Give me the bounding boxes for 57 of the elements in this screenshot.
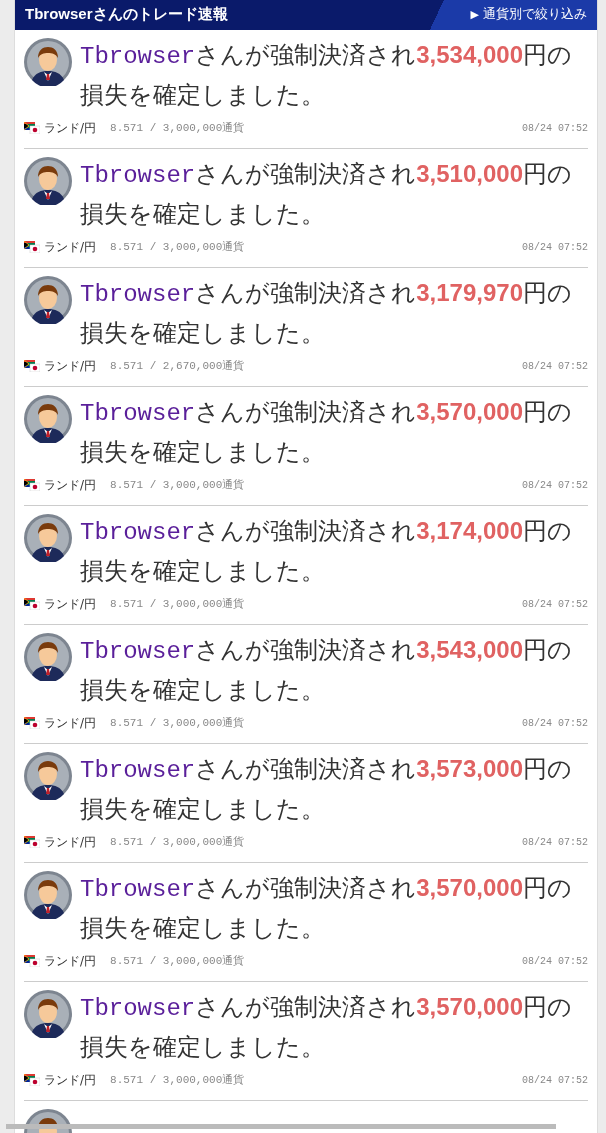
flag-icon: [24, 1074, 40, 1086]
trade-detail: 8.571 / 3,000,000通貨: [110, 596, 245, 612]
trade-detail: 8.571 / 3,000,000通貨: [110, 477, 245, 493]
avatar-icon: [24, 395, 72, 443]
message-text: Tbrowser さんが強制決済され3,570,000円の損失を確定しました。: [80, 873, 573, 944]
message-text: Tbrowser さんが強制決済され3,573,000円の損失を確定しました。: [80, 754, 573, 825]
trade-detail: 8.571 / 3,000,000通貨: [110, 953, 245, 969]
timestamp: 08/24 07:52: [522, 1073, 588, 1088]
flag-icon: [24, 836, 40, 848]
trade-detail: 8.571 / 3,000,000通貨: [110, 1072, 245, 1088]
currency-pair: ランド/円: [44, 358, 97, 375]
currency-pair: ランド/円: [44, 477, 97, 494]
currency-pair: ランド/円: [44, 596, 97, 613]
timestamp: 08/24 07:52: [522, 240, 588, 255]
header-title: Tbrowserさんのトレード速報: [25, 3, 228, 24]
currency-pair: ランド/円: [44, 715, 97, 732]
trade-detail: 8.571 / 3,000,000通貨: [110, 239, 245, 255]
scrollbar[interactable]: [6, 1124, 556, 1129]
trade-detail: 8.571 / 3,000,000通貨: [110, 715, 245, 731]
timestamp: 08/24 07:52: [522, 597, 588, 612]
flag-icon: [24, 717, 40, 729]
avatar-icon: [24, 871, 72, 919]
avatar-icon: [24, 752, 72, 800]
flag-icon: [24, 241, 40, 253]
message-text: Tbrowser さんが強制決済され3,510,000円の損失を確定しました。: [80, 159, 573, 230]
avatar-icon: [24, 633, 72, 681]
timestamp: 08/24 07:52: [522, 835, 588, 850]
avatar-icon: [24, 514, 72, 562]
message-text: Tbrowser さんが強制決済され3,179,970円の損失を確定しました。: [80, 278, 573, 349]
timestamp: 08/24 07:52: [522, 121, 588, 136]
message-text: Tbrowser さんが強制決済され3,570,000円の損失を確定しました。: [80, 397, 573, 468]
avatar-icon: [24, 38, 72, 86]
timestamp: 08/24 07:52: [522, 359, 588, 374]
timestamp: 08/24 07:52: [522, 716, 588, 731]
timestamp: 08/24 07:52: [522, 478, 588, 493]
avatar-icon: [24, 157, 72, 205]
message-text: Tbrowser さんが強制決済され3,534,000円の損失を確定しました。: [80, 40, 573, 111]
currency-pair: ランド/円: [44, 239, 97, 256]
flag-icon: [24, 479, 40, 491]
flag-icon: [24, 598, 40, 610]
message-text: Tbrowser さんが強制決済され3,570,000円の損失を確定しました。: [80, 992, 573, 1063]
currency-pair: ランド/円: [44, 953, 97, 970]
currency-pair: ランド/円: [44, 1072, 97, 1089]
flag-icon: [24, 360, 40, 372]
message-text: Tbrowser さんが強制決済され3,174,000円の損失を確定しました。: [80, 516, 573, 587]
currency-pair: ランド/円: [44, 120, 97, 137]
filter-link[interactable]: ▶ 通貨別で絞り込み: [470, 4, 587, 24]
message-text: Tbrowser さんが強制決済され3,543,000円の損失を確定しました。: [80, 635, 573, 706]
avatar-icon: [24, 990, 72, 1038]
trade-detail: 8.571 / 3,000,000通貨: [110, 834, 245, 850]
timestamp: 08/24 07:52: [522, 954, 588, 969]
flag-icon: [24, 955, 40, 967]
trade-detail: 8.571 / 2,670,000通貨: [110, 358, 245, 374]
flag-icon: [24, 122, 40, 134]
trade-detail: 8.571 / 3,000,000通貨: [110, 120, 245, 136]
currency-pair: ランド/円: [44, 834, 97, 851]
avatar-icon: [24, 276, 72, 324]
